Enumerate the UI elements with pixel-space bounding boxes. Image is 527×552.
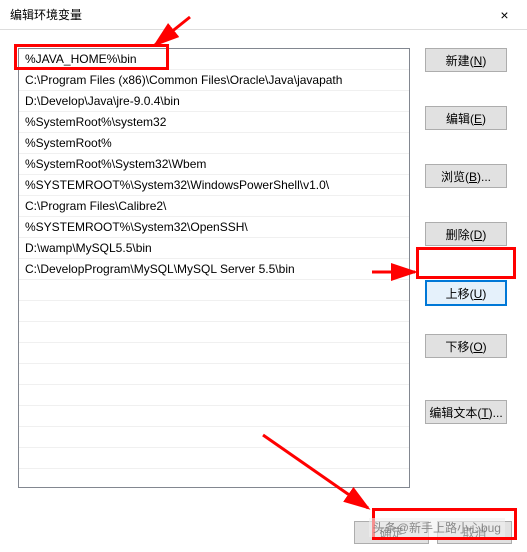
list-item-empty xyxy=(19,448,409,469)
spacer xyxy=(425,364,507,394)
list-item-empty xyxy=(19,427,409,448)
spacer xyxy=(425,194,507,216)
titlebar: 编辑环境变量 × xyxy=(0,0,527,30)
list-item[interactable]: %SYSTEMROOT%\System32\OpenSSH\ xyxy=(19,217,409,238)
list-item[interactable]: D:\Develop\Java\jre-9.0.4\bin xyxy=(19,91,409,112)
list-item[interactable]: %SystemRoot%\system32 xyxy=(19,112,409,133)
list-item[interactable]: %SystemRoot%\System32\Wbem xyxy=(19,154,409,175)
button-column: 新建(N) 编辑(E) 浏览(B)... 删除(D) 上移(U) 下移(O) 编… xyxy=(425,48,507,488)
delete-button[interactable]: 删除(D) xyxy=(425,222,507,246)
list-item[interactable]: C:\DevelopProgram\MySQL\MySQL Server 5.5… xyxy=(19,259,409,280)
window-title: 编辑环境变量 xyxy=(10,6,82,23)
list-item-empty xyxy=(19,280,409,301)
list-item-empty xyxy=(19,301,409,322)
edit-button[interactable]: 编辑(E) xyxy=(425,106,507,130)
spacer xyxy=(425,136,507,158)
list-item[interactable]: %SystemRoot% xyxy=(19,133,409,154)
list-item-empty xyxy=(19,364,409,385)
spacer xyxy=(425,78,507,100)
list-item-empty xyxy=(19,385,409,406)
new-button[interactable]: 新建(N) xyxy=(425,48,507,72)
list-item[interactable]: D:\wamp\MySQL5.5\bin xyxy=(19,238,409,259)
spacer xyxy=(425,312,507,328)
list-item[interactable]: %JAVA_HOME%\bin xyxy=(19,49,409,70)
watermark: 头条@新手上路小心bug xyxy=(369,518,505,537)
list-item-empty xyxy=(19,343,409,364)
list-item-empty xyxy=(19,469,409,488)
edittext-button[interactable]: 编辑文本(T)... xyxy=(425,400,507,424)
content-area: %JAVA_HOME%\bin C:\Program Files (x86)\C… xyxy=(0,30,527,488)
path-listbox[interactable]: %JAVA_HOME%\bin C:\Program Files (x86)\C… xyxy=(18,48,410,488)
list-item[interactable]: C:\Program Files (x86)\Common Files\Orac… xyxy=(19,70,409,91)
list-item[interactable]: C:\Program Files\Calibre2\ xyxy=(19,196,409,217)
close-button[interactable]: × xyxy=(482,0,527,30)
movedown-button[interactable]: 下移(O) xyxy=(425,334,507,358)
browse-button[interactable]: 浏览(B)... xyxy=(425,164,507,188)
close-icon: × xyxy=(500,7,508,23)
moveup-button[interactable]: 上移(U) xyxy=(425,280,507,306)
list-item-empty xyxy=(19,322,409,343)
list-item-empty xyxy=(19,406,409,427)
list-item[interactable]: %SYSTEMROOT%\System32\WindowsPowerShell\… xyxy=(19,175,409,196)
spacer xyxy=(425,252,507,274)
